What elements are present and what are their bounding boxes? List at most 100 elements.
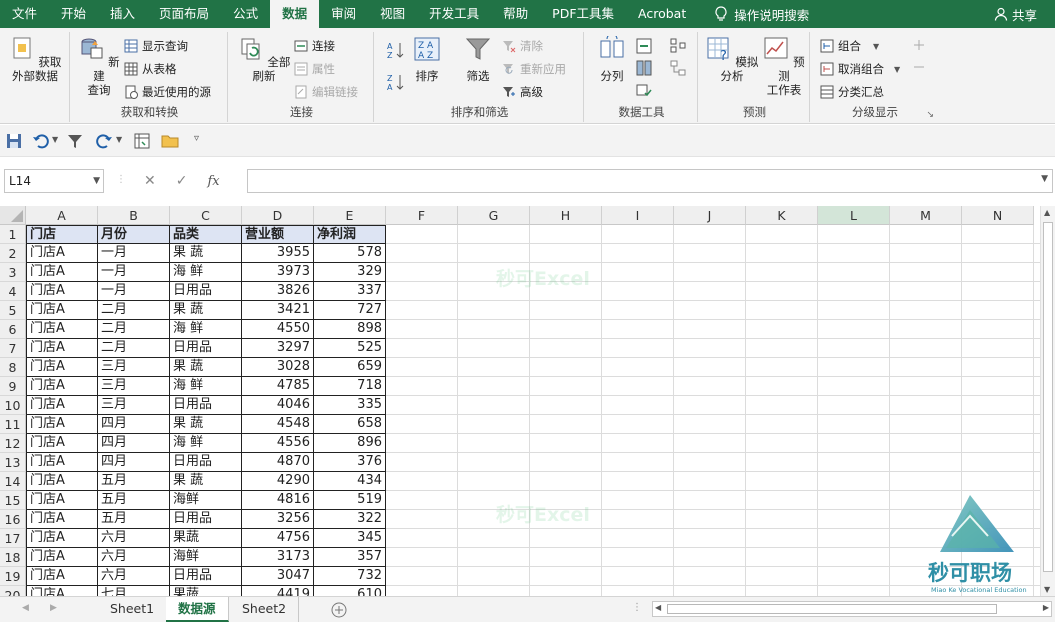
- row-header[interactable]: 17: [0, 529, 26, 548]
- consolidate-icon[interactable]: [670, 38, 686, 54]
- table-cell[interactable]: 3955: [242, 244, 314, 263]
- cancel-icon[interactable]: ✕: [144, 173, 156, 189]
- column-header[interactable]: N: [962, 206, 1034, 225]
- select-all-corner[interactable]: [0, 206, 26, 225]
- worksheet-grid[interactable]: ABCDEFGHIJKLMN 1 2 3 4 5 6 7 8 9 10 11 12 13 14 15 16 17…: [0, 206, 1040, 596]
- text-to-columns-button[interactable]: 分列: [592, 33, 632, 83]
- table-cell[interactable]: 果 蔬: [170, 472, 242, 491]
- menu-tab[interactable]: 数据: [270, 0, 320, 28]
- sort-button[interactable]: Z AA Z 排序: [410, 36, 444, 83]
- table-cell[interactable]: 一月: [98, 263, 170, 282]
- expand-formula-icon[interactable]: ▼: [1041, 174, 1048, 184]
- connections-button[interactable]: 连接: [294, 36, 335, 56]
- table-cell[interactable]: 4816: [242, 491, 314, 510]
- table-cell[interactable]: 门店A: [26, 244, 98, 263]
- dialog-launcher-icon[interactable]: ↘: [926, 110, 934, 120]
- table-cell[interactable]: 门店A: [26, 301, 98, 320]
- table-cell[interactable]: 门店A: [26, 434, 98, 453]
- menu-tab[interactable]: 页面布局: [147, 0, 221, 28]
- forecast-sheet-button[interactable]: 预测 工作表: [762, 36, 806, 97]
- data-validation-icon[interactable]: [636, 82, 652, 98]
- table-cell[interactable]: 322: [314, 510, 386, 529]
- table-cell[interactable]: 六月: [98, 548, 170, 567]
- ungroup-button[interactable]: 取消组合 ▼: [820, 59, 900, 79]
- ungroup-dropdown-icon[interactable]: ▼: [894, 65, 900, 74]
- row-header[interactable]: 2: [0, 244, 26, 263]
- table-cell[interactable]: 4556: [242, 434, 314, 453]
- menu-tab[interactable]: 审阅: [319, 0, 368, 28]
- sheet-tab[interactable]: 数据源: [166, 597, 229, 622]
- row-header[interactable]: 10: [0, 396, 26, 415]
- show-queries-button[interactable]: 显示查询: [124, 36, 188, 56]
- table-cell[interactable]: 门店A: [26, 396, 98, 415]
- table-cell[interactable]: 日用品: [170, 567, 242, 586]
- header-cell[interactable]: 月份: [98, 225, 170, 244]
- column-header[interactable]: J: [674, 206, 746, 225]
- table-cell[interactable]: 六月: [98, 567, 170, 586]
- table-cell[interactable]: 门店A: [26, 510, 98, 529]
- table-cell[interactable]: 4419: [242, 586, 314, 596]
- scroll-up-icon[interactable]: ▲: [1044, 208, 1050, 217]
- filter-qat-icon[interactable]: [66, 132, 84, 150]
- table-cell[interactable]: 七月: [98, 586, 170, 596]
- edit-links-button[interactable]: 编辑链接: [294, 82, 358, 102]
- column-header[interactable]: L: [818, 206, 890, 225]
- add-sheet-icon[interactable]: [331, 602, 347, 618]
- formula-input[interactable]: ▼: [247, 169, 1053, 193]
- menu-tab[interactable]: Acrobat: [626, 0, 698, 28]
- what-if-analysis-button[interactable]: ? 模拟分析: [704, 36, 760, 83]
- table-cell[interactable]: 718: [314, 377, 386, 396]
- horizontal-scrollbar[interactable]: ◀ ▶: [652, 601, 1052, 617]
- table-cell[interactable]: 4870: [242, 453, 314, 472]
- insert-function-button[interactable]: fx: [207, 174, 219, 189]
- table-cell[interactable]: 658: [314, 415, 386, 434]
- table-cell[interactable]: 海 鲜: [170, 320, 242, 339]
- table-cell[interactable]: 3421: [242, 301, 314, 320]
- menu-tab[interactable]: PDF工具集: [540, 0, 626, 28]
- table-cell[interactable]: 六月: [98, 529, 170, 548]
- column-header[interactable]: F: [386, 206, 458, 225]
- row-header[interactable]: 15: [0, 491, 26, 510]
- hide-detail-icon[interactable]: [912, 60, 926, 74]
- table-cell[interactable]: 海 鲜: [170, 263, 242, 282]
- group-dropdown-icon[interactable]: ▼: [873, 42, 879, 51]
- table-cell[interactable]: 日用品: [170, 396, 242, 415]
- row-header[interactable]: 7: [0, 339, 26, 358]
- table-cell[interactable]: 海鲜: [170, 491, 242, 510]
- column-header[interactable]: B: [98, 206, 170, 225]
- new-query-button[interactable]: 新建 查询: [76, 36, 122, 97]
- row-header[interactable]: 3: [0, 263, 26, 282]
- header-cell[interactable]: 品类: [170, 225, 242, 244]
- menu-tab[interactable]: 开始: [49, 0, 98, 28]
- table-cell[interactable]: 659: [314, 358, 386, 377]
- table-cell[interactable]: 门店A: [26, 320, 98, 339]
- table-cell[interactable]: 四月: [98, 415, 170, 434]
- header-cell[interactable]: 净利润: [314, 225, 386, 244]
- table-cell[interactable]: 610: [314, 586, 386, 596]
- save-icon[interactable]: [5, 132, 23, 150]
- table-cell[interactable]: 一月: [98, 282, 170, 301]
- table-cell[interactable]: 门店A: [26, 586, 98, 596]
- table-cell[interactable]: 376: [314, 453, 386, 472]
- table-cell[interactable]: 五月: [98, 510, 170, 529]
- table-cell[interactable]: 3047: [242, 567, 314, 586]
- horizontal-scroll-thumb[interactable]: [667, 604, 997, 614]
- table-cell[interactable]: 727: [314, 301, 386, 320]
- pivot-icon[interactable]: [133, 132, 151, 150]
- clear-filter-button[interactable]: 清除: [502, 36, 543, 56]
- table-cell[interactable]: 3826: [242, 282, 314, 301]
- table-cell[interactable]: 果蔬: [170, 529, 242, 548]
- table-cell[interactable]: 二月: [98, 320, 170, 339]
- table-cell[interactable]: 3973: [242, 263, 314, 282]
- sheet-tab[interactable]: Sheet2: [230, 597, 300, 622]
- flash-fill-icon[interactable]: [636, 38, 652, 54]
- table-cell[interactable]: 日用品: [170, 453, 242, 472]
- column-header[interactable]: M: [890, 206, 962, 225]
- table-cell[interactable]: 二月: [98, 301, 170, 320]
- recent-sources-button[interactable]: 最近使用的源: [124, 82, 211, 102]
- menu-tab[interactable]: 文件: [0, 0, 49, 28]
- table-cell[interactable]: 4550: [242, 320, 314, 339]
- row-header[interactable]: 13: [0, 453, 26, 472]
- get-external-data-button[interactable]: 获取 外部数据: [4, 36, 66, 83]
- row-header[interactable]: 1: [0, 225, 26, 244]
